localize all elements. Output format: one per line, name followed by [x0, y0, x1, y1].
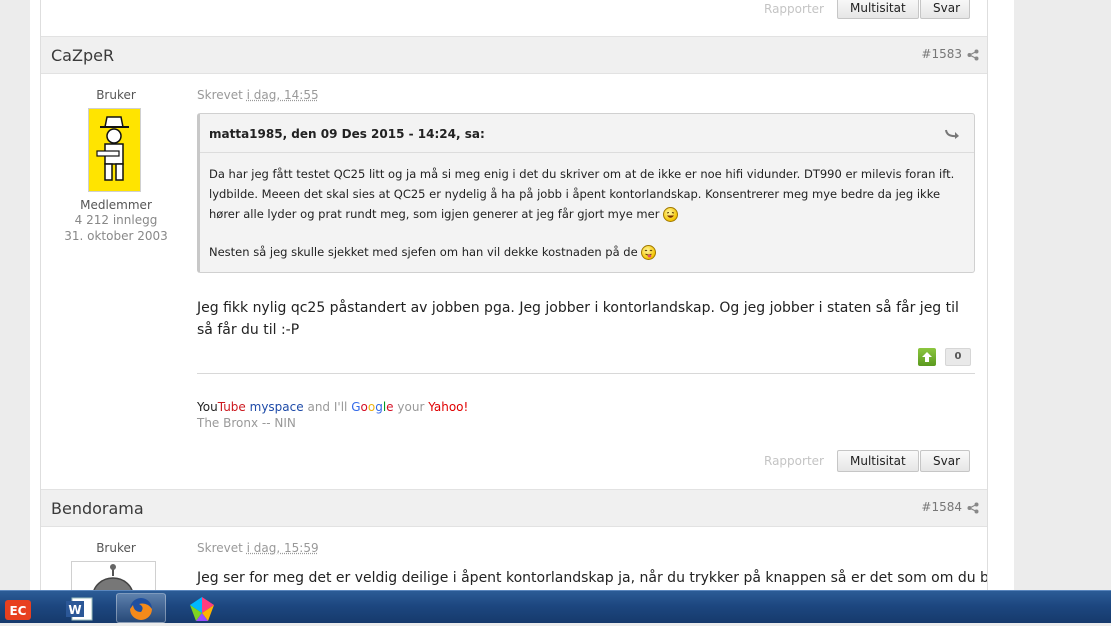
sig-google-e: e — [386, 400, 394, 414]
quote-block: matta1985, den 09 Des 2015 - 14:24, sa: … — [197, 113, 975, 273]
sig-yahoo: Yahoo! — [428, 400, 469, 414]
signature-divider — [197, 373, 975, 374]
ec-app-icon: EC — [5, 600, 31, 620]
multiquote-button[interactable]: Multisitat — [837, 450, 919, 472]
post-body: Jeg fikk nylig qc25 påstandert av jobben… — [197, 300, 959, 338]
reply-button[interactable]: Svar — [920, 450, 970, 472]
post-date: Skrevet i dag, 14:55 — [197, 88, 319, 102]
sig-google-g: G — [351, 400, 361, 414]
firefox-icon — [130, 598, 152, 620]
post-author-name[interactable]: Bendorama — [51, 499, 144, 518]
taskbar-app-firefox[interactable] — [116, 593, 166, 623]
quote-text: Da har jeg fått testet QC25 litt og ja m… — [209, 164, 969, 262]
posted-prefix: Skrevet — [197, 88, 243, 102]
posted-time: i dag, 15:59 — [246, 541, 319, 555]
share-icon[interactable] — [967, 502, 979, 514]
sig-myspace: myspace — [249, 400, 304, 414]
sig-your: your — [397, 400, 425, 414]
tongue-smiley-icon — [641, 245, 657, 260]
user-title: Bruker — [96, 88, 136, 102]
upvote-button[interactable] — [918, 348, 936, 366]
signature-line-1: YouTube myspace and I'll Google your Yah… — [197, 400, 468, 414]
quote-paragraph-1: Da har jeg fått testet QC25 litt og ja m… — [209, 167, 955, 221]
post-header: CaZpeR #1583 — [41, 36, 987, 74]
user-join-date: 31. oktober 2003 — [64, 229, 168, 243]
user-group: Medlemmer — [80, 198, 152, 212]
avatar-figure-icon — [89, 109, 140, 191]
word-icon: W — [66, 597, 93, 621]
sig-and-ill: and I'll — [307, 400, 348, 414]
share-icon[interactable] — [967, 49, 979, 61]
user-post-count: 4 212 innlegg — [74, 213, 158, 227]
report-link[interactable]: Rapporter — [764, 2, 824, 16]
jump-to-post-icon[interactable] — [944, 126, 960, 140]
report-link[interactable]: Rapporter — [764, 454, 824, 468]
signature-line-2: The Bronx -- NIN — [197, 416, 296, 430]
taskbar-app-ec[interactable]: EC — [0, 593, 44, 623]
user-title: Bruker — [96, 541, 136, 555]
post-body: Jeg ser for meg det er veldig deilige i … — [197, 570, 988, 586]
taskbar-app-word[interactable]: W — [60, 593, 104, 623]
multiquote-button[interactable]: Multisitat — [837, 0, 919, 19]
post-number-link[interactable]: #1584 — [921, 500, 962, 514]
forum-page: Rapporter Multisitat Svar CaZpeR #1583 B… — [30, 0, 1014, 590]
robot-avatar-icon — [93, 564, 133, 590]
post-date: Skrevet i dag, 15:59 — [197, 541, 319, 555]
colorful-app-icon — [190, 597, 214, 621]
sig-you: You — [197, 400, 218, 414]
svg-text:EC: EC — [9, 604, 26, 618]
quote-author: matta1985, den 09 Des 2015 - 14:24, sa: — [209, 127, 485, 141]
taskbar-app-colorful[interactable] — [180, 593, 224, 623]
arrow-up-icon — [922, 352, 932, 362]
reputation-count: 0 — [945, 348, 971, 366]
post-header: Bendorama #1584 — [41, 489, 987, 527]
user-avatar[interactable] — [71, 561, 156, 590]
post-number-link[interactable]: #1583 — [921, 47, 962, 61]
sig-google-g2: g — [375, 400, 383, 414]
posted-prefix: Skrevet — [197, 541, 243, 555]
user-avatar[interactable] — [88, 108, 141, 192]
sig-tube: Tube — [217, 400, 246, 414]
laughing-smiley-icon — [663, 207, 679, 222]
svg-text:W: W — [68, 603, 81, 617]
post-author-name[interactable]: CaZpeR — [51, 46, 114, 65]
sig-google-o1: o — [360, 400, 368, 414]
forum-content: Rapporter Multisitat Svar CaZpeR #1583 B… — [40, 0, 988, 590]
quote-paragraph-2: Nesten så jeg skulle sjekket med sjefen … — [209, 245, 638, 259]
reply-button[interactable]: Svar — [920, 0, 970, 19]
quote-header: matta1985, den 09 Des 2015 - 14:24, sa: — [200, 114, 974, 153]
posted-time: i dag, 14:55 — [246, 88, 319, 102]
taskbar: EC W — [0, 590, 1111, 623]
